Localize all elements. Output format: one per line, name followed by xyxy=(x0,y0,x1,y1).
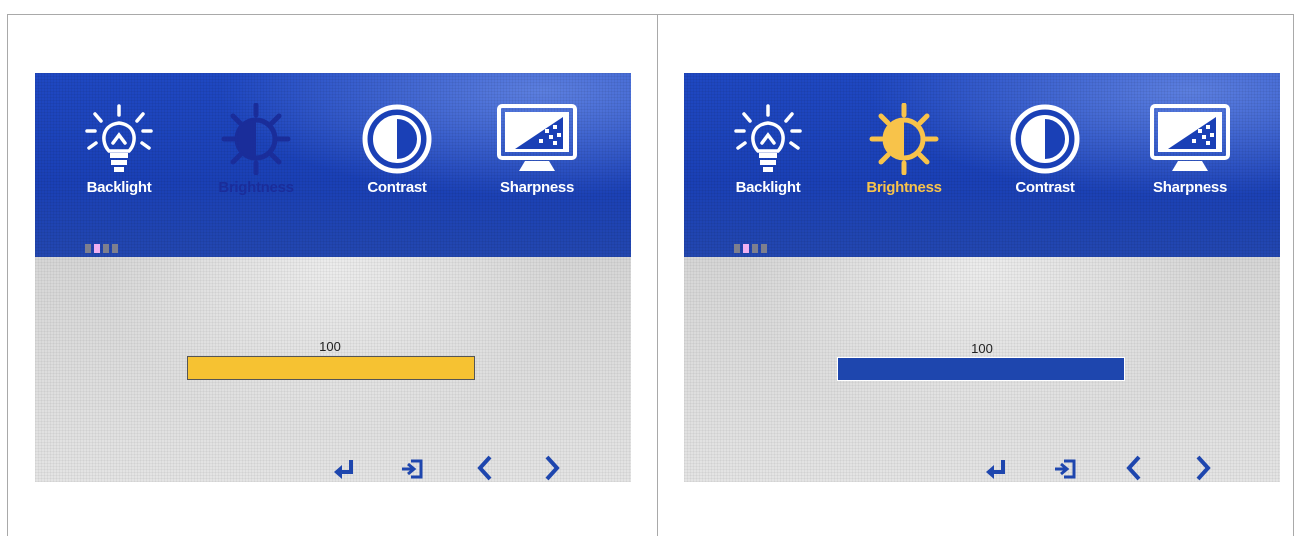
contrast-icon xyxy=(1010,104,1080,174)
menu-item-brightness[interactable]: Brightness xyxy=(196,103,316,196)
sharpness-monitor-icon xyxy=(497,104,577,171)
menu-label-backlight: Backlight xyxy=(86,179,152,196)
brightness-bar-fill xyxy=(188,357,474,379)
sharpness-monitor-icon xyxy=(1150,104,1230,171)
page-dot-active xyxy=(94,244,100,253)
page-dot xyxy=(103,244,109,253)
lightbulb-icon xyxy=(85,104,153,172)
menu-label-backlight: Backlight xyxy=(735,179,801,196)
left-arrow-icon[interactable] xyxy=(1125,454,1143,482)
menu-label-sharpness: Sharpness xyxy=(1153,179,1227,196)
menu-label-sharpness: Sharpness xyxy=(500,179,574,196)
right-arrow-icon[interactable] xyxy=(1194,454,1212,482)
sun-icon xyxy=(221,103,291,175)
menu-item-backlight[interactable]: Backlight xyxy=(59,103,179,196)
monitor-osd-screen: Backlight Brightness Contrast Sharpness … xyxy=(35,73,631,482)
left-arrow-icon[interactable] xyxy=(476,454,494,482)
osd-menu-bar: Backlight Brightness Contrast Sharpness xyxy=(684,73,1280,257)
right-screenshot-panel: Backlight Brightness Contrast Sharpness … xyxy=(657,14,1294,536)
right-arrow-icon[interactable] xyxy=(543,454,561,482)
enter-icon[interactable] xyxy=(985,458,1009,480)
contrast-icon xyxy=(362,104,432,174)
page-indicator xyxy=(85,240,121,253)
brightness-value: 100 xyxy=(319,339,341,354)
menu-label-contrast: Contrast xyxy=(1015,179,1075,196)
menu-item-sharpness[interactable]: Sharpness xyxy=(1130,103,1250,196)
enter-icon[interactable] xyxy=(333,458,357,480)
brightness-bar-fill xyxy=(838,358,1124,380)
brightness-bar[interactable] xyxy=(837,357,1125,381)
sun-icon xyxy=(869,103,939,175)
page-dot xyxy=(734,244,740,253)
menu-label-contrast: Contrast xyxy=(367,179,427,196)
menu-item-sharpness[interactable]: Sharpness xyxy=(477,103,597,196)
page-dot-active xyxy=(743,244,749,253)
menu-label-brightness: Brightness xyxy=(218,179,294,196)
page-dot xyxy=(752,244,758,253)
brightness-bar[interactable] xyxy=(187,356,475,380)
menu-item-contrast[interactable]: Contrast xyxy=(337,103,457,196)
exit-icon[interactable] xyxy=(400,458,424,480)
menu-item-backlight[interactable]: Backlight xyxy=(708,103,828,196)
exit-icon[interactable] xyxy=(1053,458,1077,480)
page-indicator xyxy=(734,240,770,253)
brightness-value: 100 xyxy=(971,341,993,356)
page-dot xyxy=(761,244,767,253)
osd-menu-bar: Backlight Brightness Contrast Sharpness xyxy=(35,73,631,257)
page-dot xyxy=(85,244,91,253)
monitor-osd-screen: Backlight Brightness Contrast Sharpness … xyxy=(684,73,1280,482)
page-dot xyxy=(112,244,118,253)
menu-label-brightness: Brightness xyxy=(866,179,942,196)
menu-item-brightness[interactable]: Brightness xyxy=(844,103,964,196)
left-screenshot-panel: Backlight Brightness Contrast Sharpness … xyxy=(7,14,657,536)
menu-item-contrast[interactable]: Contrast xyxy=(985,103,1105,196)
lightbulb-icon xyxy=(734,104,802,172)
